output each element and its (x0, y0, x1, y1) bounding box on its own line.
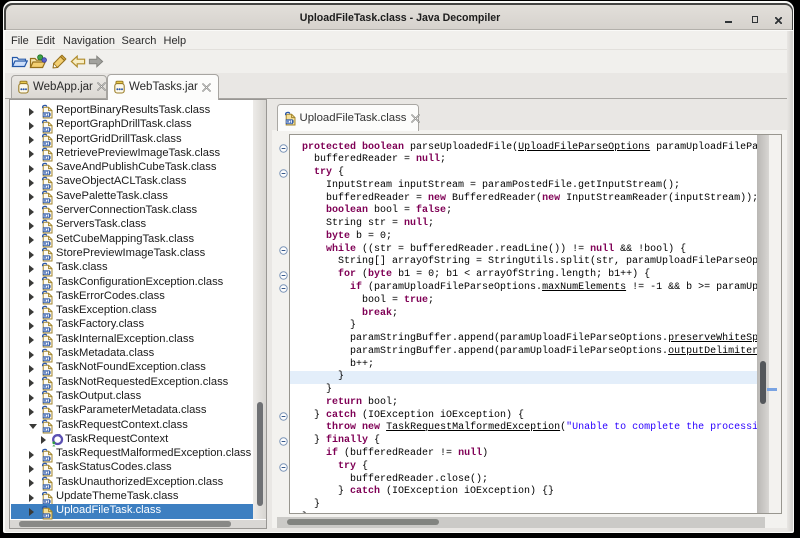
svg-text:010: 010 (44, 300, 52, 304)
svg-text:010: 010 (44, 400, 52, 404)
svg-text:010: 010 (44, 214, 52, 218)
svg-text:010: 010 (44, 314, 52, 318)
svg-text:010: 010 (44, 329, 52, 333)
svg-text:010: 010 (44, 357, 52, 361)
svg-text:010: 010 (44, 429, 52, 433)
svg-text:010: 010 (44, 243, 52, 247)
svg-text:010: 010 (44, 143, 52, 147)
svg-text:010: 010 (44, 515, 52, 519)
svg-text:010: 010 (44, 171, 52, 175)
svg-text:010: 010 (44, 200, 52, 204)
svg-text:010: 010 (44, 229, 52, 233)
svg-text:010: 010 (44, 457, 52, 461)
svg-text:010: 010 (44, 343, 52, 347)
svg-text:010: 010 (44, 257, 52, 261)
svg-text:010: 010 (44, 372, 52, 376)
svg-text:010: 010 (44, 186, 52, 190)
svg-text:010: 010 (44, 472, 52, 476)
svg-text:010: 010 (286, 120, 294, 124)
svg-text:010: 010 (44, 272, 52, 276)
svg-text:010: 010 (44, 286, 52, 290)
svg-text:010: 010 (44, 157, 52, 161)
svg-text:010: 010 (44, 486, 52, 490)
svg-text:010: 010 (44, 129, 52, 133)
svg-text:010: 010 (44, 386, 52, 390)
svg-text:010: 010 (44, 415, 52, 419)
svg-text:010: 010 (44, 114, 52, 118)
